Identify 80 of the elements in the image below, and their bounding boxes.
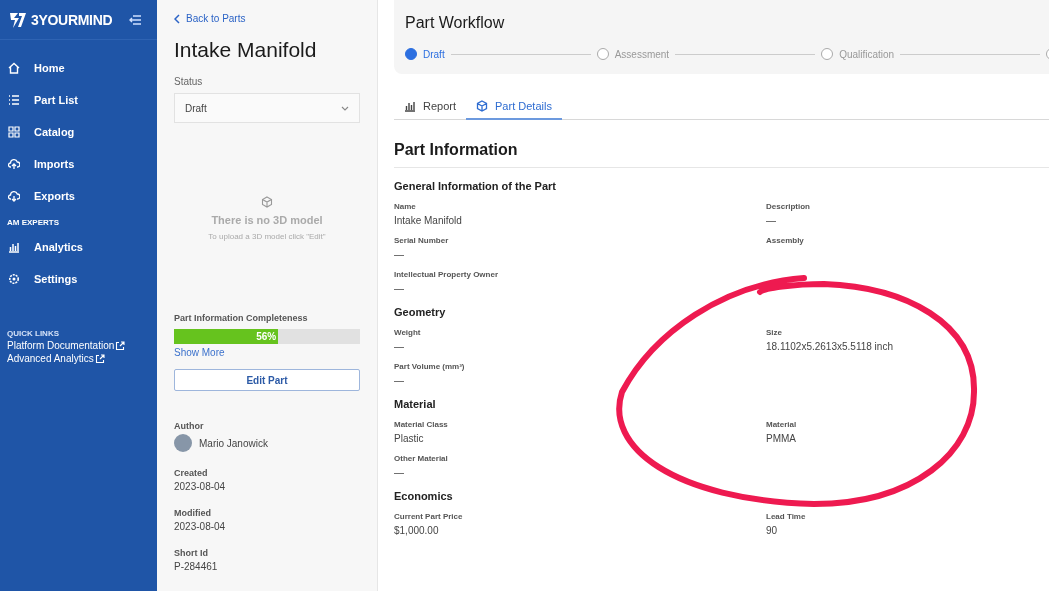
cloud-upload-icon xyxy=(8,158,20,170)
external-link-icon xyxy=(94,353,105,364)
subsection-title: Material xyxy=(394,398,437,410)
external-link-icon xyxy=(115,340,126,351)
field-value: 90 xyxy=(766,525,779,536)
section-heading: QUICK LINKS xyxy=(7,329,60,338)
empty-state-title: There is no 3D model xyxy=(211,213,323,226)
external-link[interactable]: Advanced Analytics xyxy=(7,353,157,364)
home-icon xyxy=(8,62,20,74)
empty-state-hint: To upload a 3D model click "Edit" xyxy=(208,231,326,241)
chevron-left-icon xyxy=(174,13,180,24)
external-link[interactable]: Platform Documentation xyxy=(7,340,157,351)
field-label: Created xyxy=(174,468,209,478)
field-value: 2023-08-04 xyxy=(174,521,227,532)
nav-item[interactable]: Imports xyxy=(0,148,157,180)
nav-item[interactable]: Exports xyxy=(0,180,157,212)
part-title: Intake Manifold xyxy=(174,38,318,62)
cube-icon xyxy=(261,195,273,208)
bar-chart-icon xyxy=(8,241,20,253)
field-value: Plastic xyxy=(394,433,425,444)
nav-item[interactable]: Home xyxy=(0,52,157,84)
field-label: Material xyxy=(766,420,798,429)
logo-text: 3YOURMIND xyxy=(31,11,113,28)
cloud-download-icon xyxy=(8,190,20,202)
nav-item[interactable]: Catalog xyxy=(0,116,157,148)
subsection-title: Economics xyxy=(394,490,454,502)
field-value: — xyxy=(394,467,405,478)
show-more-link[interactable]: Show More xyxy=(174,347,360,358)
chevron-down-icon xyxy=(341,105,349,111)
subsection-title: General Information of the Part xyxy=(394,180,557,192)
field-value: 2023-08-04 xyxy=(174,481,227,492)
tab[interactable]: Report xyxy=(394,100,467,120)
field-value: — xyxy=(394,341,405,352)
author-name: Mario Janowick xyxy=(199,437,268,449)
field-value: — xyxy=(394,375,405,386)
field-label: Author xyxy=(174,421,205,431)
field-label: Weight xyxy=(394,328,422,337)
back-link[interactable]: Back to Parts xyxy=(174,13,360,24)
field-label: Part Information Completeness xyxy=(174,313,309,323)
field-label: Description xyxy=(766,202,811,211)
field-label: Material Class xyxy=(394,420,449,429)
field-label: Size xyxy=(766,328,783,337)
subsection-title: Geometry xyxy=(394,306,447,318)
field-label: Part Volume (mm³) xyxy=(394,362,466,371)
field-label: Current Part Price xyxy=(394,512,464,521)
cube-icon xyxy=(476,100,489,112)
settings-icon xyxy=(8,273,20,285)
field-value: P-284461 xyxy=(174,561,219,572)
field-label: Intellectual Property Owner xyxy=(394,270,500,279)
field-value: — xyxy=(394,283,405,294)
avatar xyxy=(174,434,192,452)
workflow-title: Part Workflow xyxy=(405,14,506,32)
status-dropdown[interactable]: Draft xyxy=(174,93,360,123)
bar-chart-icon xyxy=(404,100,416,112)
field-label: Assembly xyxy=(766,236,805,245)
field-value: — xyxy=(766,215,777,226)
field-value: 18.1102x5.2613x5.5118 inch xyxy=(766,341,894,352)
field-label: Modified xyxy=(174,508,212,518)
section-heading: AM EXPERTS xyxy=(6,217,60,229)
step-label[interactable]: Draft xyxy=(423,48,445,60)
nav-item[interactable]: Analytics xyxy=(0,231,157,263)
edit-part-button[interactable]: Edit Part xyxy=(174,369,360,391)
field-label: Lead Time xyxy=(766,512,807,521)
field-label: Other Material xyxy=(394,454,449,463)
field-label: Serial Number xyxy=(394,236,450,245)
nav-item[interactable]: Settings xyxy=(0,263,157,295)
field-value: Intake Manifold xyxy=(394,215,463,226)
grid-icon xyxy=(8,126,20,138)
field-label: Name xyxy=(394,202,417,211)
field-label: Status xyxy=(174,76,204,87)
progress-value: 56% xyxy=(256,331,278,342)
field-label: Short Id xyxy=(174,548,209,558)
field-value: $1,000.00 xyxy=(394,525,440,536)
nav-item[interactable]: Part List xyxy=(0,84,157,116)
collapse-menu-icon[interactable] xyxy=(129,14,141,25)
tab[interactable]: Part Details xyxy=(466,100,562,120)
list-icon xyxy=(8,94,20,106)
field-value: PMMA xyxy=(766,433,797,444)
field-value: — xyxy=(394,249,405,260)
section-title: Part Information xyxy=(394,141,1049,168)
